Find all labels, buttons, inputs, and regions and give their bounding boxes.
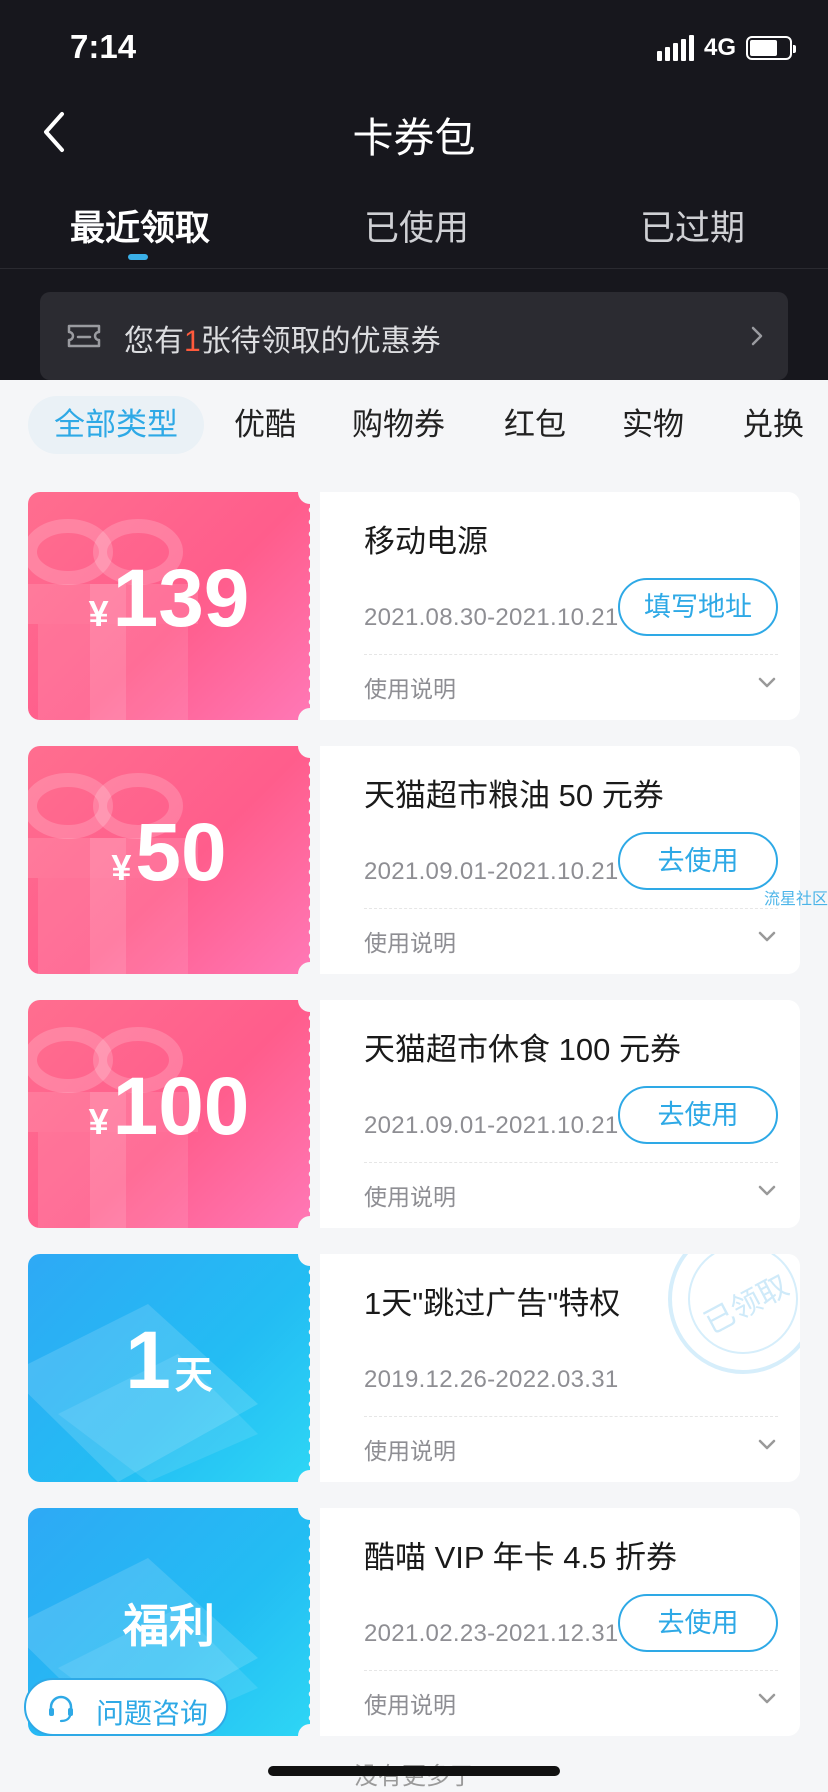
tab-expired[interactable]: 已过期 xyxy=(640,200,745,251)
coupon-amount: 1天 xyxy=(125,1315,213,1406)
filter-red-packet[interactable]: 红包 xyxy=(504,396,566,454)
coupon-date: 2021.09.01-2021.10.21 xyxy=(364,858,619,885)
usage-instructions[interactable]: 使用说明 xyxy=(364,1432,456,1466)
coupon-title: 天猫超市粮油 50 元券 xyxy=(364,778,664,813)
coupon-info: 已领取 1天"跳过广告"特权 2019.12.26-2022.03.31 使用说… xyxy=(320,1254,800,1482)
chevron-down-icon[interactable] xyxy=(758,930,776,944)
help-consult-label: 问题咨询 xyxy=(96,1698,209,1729)
home-indicator xyxy=(268,1766,560,1776)
coupon-info: 酷喵 VIP 年卡 4.5 折券 2021.02.23-2021.12.31 去… xyxy=(320,1508,800,1736)
tab-bar: 最近领取 已使用 已过期 xyxy=(0,200,828,270)
coupon-date: 2019.12.26-2022.03.31 xyxy=(364,1366,619,1393)
divider xyxy=(0,268,828,269)
header-area: 7:14 4G 卡券包 最近领取 已使用 已过期 您有1张待领取的优惠券 xyxy=(0,0,828,380)
battery-icon xyxy=(746,36,796,60)
coupon-date: 2021.09.01-2021.10.21 xyxy=(364,1112,619,1139)
coupon-date: 2021.08.30-2021.10.21 xyxy=(364,604,619,631)
filter-physical[interactable]: 实物 xyxy=(622,396,684,454)
coupon-info: 天猫超市粮油 50 元券 2021.09.01-2021.10.21 去使用 使… xyxy=(320,746,800,974)
tab-indicator xyxy=(128,254,148,260)
coupon-amount: ¥139 xyxy=(88,553,250,644)
coupon-title: 天猫超市休食 100 元券 xyxy=(364,1032,681,1067)
pending-coupon-notice[interactable]: 您有1张待领取的优惠券 xyxy=(40,292,788,380)
coupon-value-panel: ¥139 xyxy=(28,492,310,720)
chevron-down-icon[interactable] xyxy=(758,1692,776,1706)
coupon-info: 天猫超市休食 100 元券 2021.09.01-2021.10.21 去使用 … xyxy=(320,1000,800,1228)
claimed-stamp: 已领取 xyxy=(668,1254,800,1374)
use-button[interactable]: 去使用 xyxy=(618,1086,778,1144)
use-button[interactable]: 去使用 xyxy=(618,832,778,890)
coupon-amount: ¥50 xyxy=(111,807,227,898)
coupon-card[interactable]: ¥139 移动电源 2021.08.30-2021.10.21 填写地址 使用说… xyxy=(28,480,800,732)
usage-instructions[interactable]: 使用说明 xyxy=(364,1686,456,1720)
chevron-down-icon[interactable] xyxy=(758,676,776,690)
ticket-icon xyxy=(67,324,101,348)
coupon-amount: ¥100 xyxy=(88,1061,250,1152)
usage-instructions[interactable]: 使用说明 xyxy=(364,924,456,958)
headset-icon xyxy=(49,1695,73,1723)
status-icons: 4G xyxy=(656,34,796,62)
network-label: 4G xyxy=(703,34,736,61)
watermark: 流星社区 xyxy=(764,891,828,908)
chevron-down-icon[interactable] xyxy=(758,1438,776,1452)
use-button[interactable]: 去使用 xyxy=(618,1594,778,1652)
filter-bar: 全部类型 优酷 购物券 红包 实物 兑换 xyxy=(0,380,828,468)
coupon-value-panel: ¥100 xyxy=(28,1000,310,1228)
coupon-title: 1天"跳过广告"特权 xyxy=(364,1286,621,1321)
coupon-value-panel: 1天 xyxy=(28,1254,310,1482)
tab-recent[interactable]: 最近领取 xyxy=(70,200,210,251)
coupon-title: 移动电源 xyxy=(364,524,488,559)
help-consult-button[interactable]: 问题咨询 xyxy=(24,1678,228,1736)
filter-all-types[interactable]: 全部类型 xyxy=(28,396,204,454)
coupon-info: 移动电源 2021.08.30-2021.10.21 填写地址 使用说明 xyxy=(320,492,800,720)
usage-instructions[interactable]: 使用说明 xyxy=(364,1178,456,1212)
coupon-card[interactable]: 1天 已领取 1天"跳过广告"特权 2019.12.26-2022.03.31 … xyxy=(28,1242,800,1494)
coupon-date: 2021.02.23-2021.12.31 xyxy=(364,1620,619,1647)
status-time: 7:14 xyxy=(70,28,137,65)
filter-exchange[interactable]: 兑换 xyxy=(742,396,804,454)
notice-text: 您有1张待领取的优惠券 xyxy=(124,325,441,358)
coupon-card[interactable]: ¥100 天猫超市休食 100 元券 2021.09.01-2021.10.21… xyxy=(28,988,800,1240)
chevron-right-icon xyxy=(751,326,763,346)
usage-instructions[interactable]: 使用说明 xyxy=(364,670,456,704)
coupon-title: 酷喵 VIP 年卡 4.5 折券 xyxy=(364,1540,677,1575)
notice-count: 1 xyxy=(184,325,201,358)
page-title: 卡券包 xyxy=(352,115,476,161)
fill-address-button[interactable]: 填写地址 xyxy=(618,578,778,636)
coupon-value-panel: ¥50 xyxy=(28,746,310,974)
tab-used[interactable]: 已使用 xyxy=(364,200,469,251)
coupon-label: 福利 xyxy=(123,1600,215,1652)
filter-shopping-coupon[interactable]: 购物券 xyxy=(352,396,445,454)
signal-icon xyxy=(656,35,694,61)
chevron-down-icon[interactable] xyxy=(758,1184,776,1198)
coupon-card[interactable]: ¥50 天猫超市粮油 50 元券 2021.09.01-2021.10.21 去… xyxy=(28,734,800,986)
filter-youku[interactable]: 优酷 xyxy=(234,396,296,454)
